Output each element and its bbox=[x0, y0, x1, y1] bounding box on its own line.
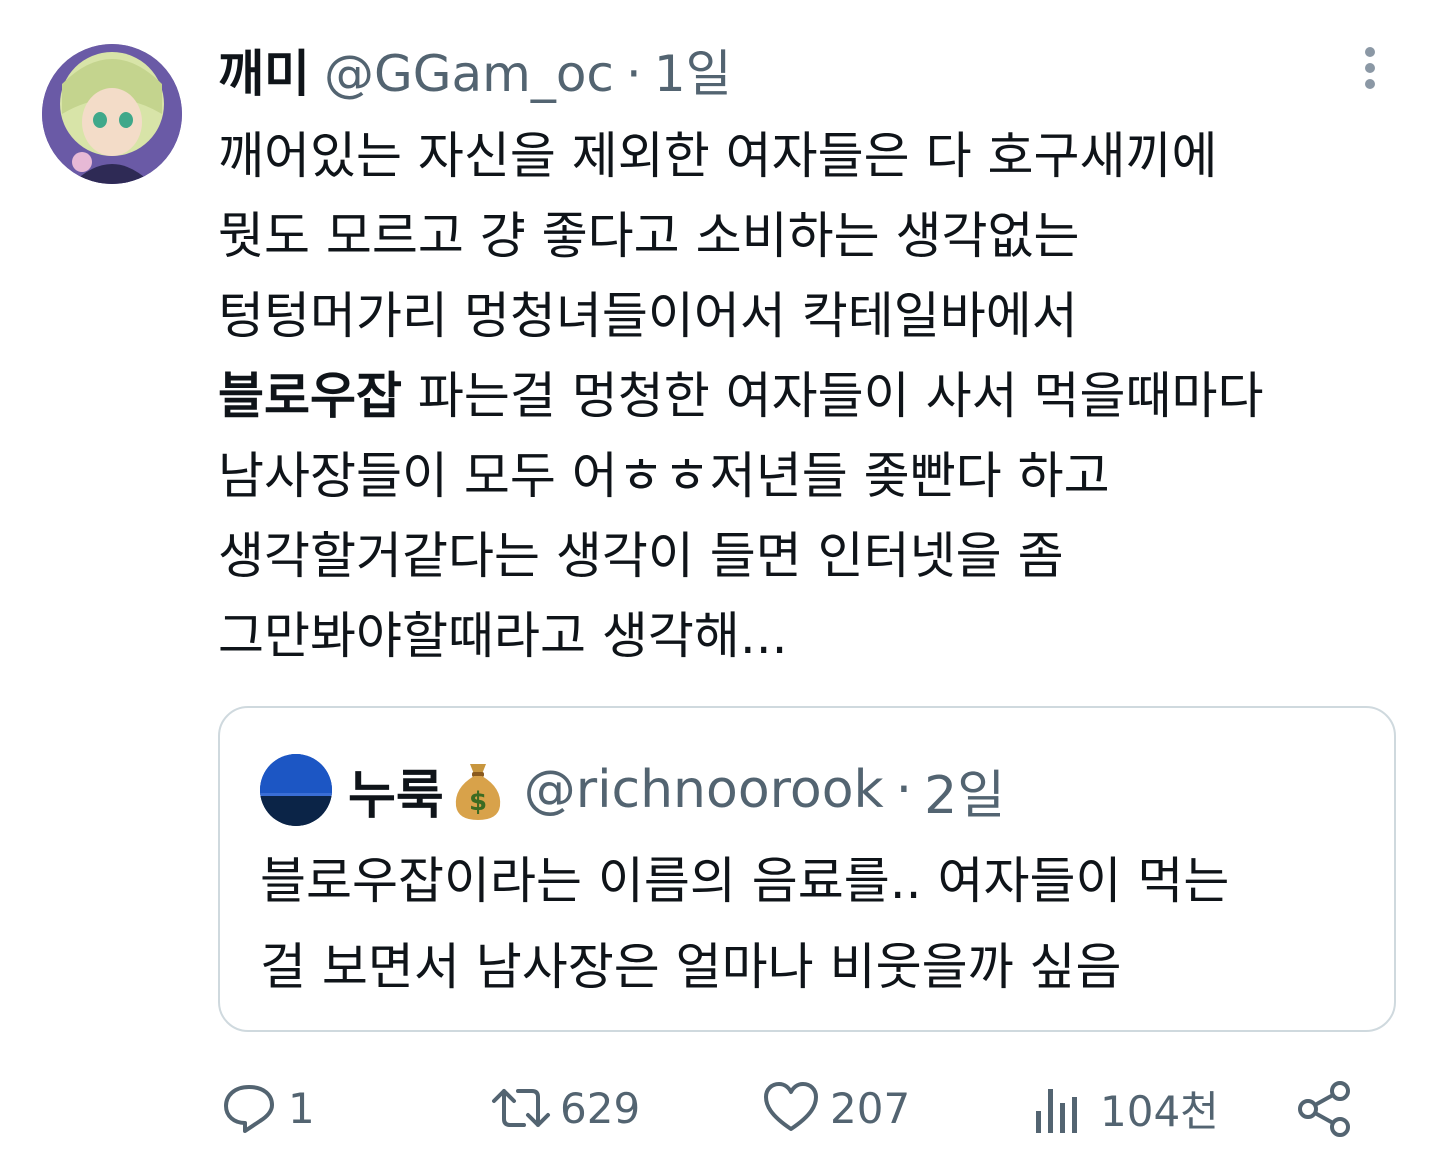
retweet-icon bbox=[492, 1089, 550, 1127]
quoted-tweet-header: 누룩 $ @richnoorook · 2일 bbox=[348, 748, 1005, 832]
heart-icon bbox=[764, 1082, 818, 1131]
tweet-text-line: 그만봐야할때라고 생각해... bbox=[218, 607, 788, 665]
separator-dot: · bbox=[625, 45, 642, 103]
views-button[interactable]: 104천 bbox=[1030, 1068, 1219, 1148]
like-button[interactable]: 207 bbox=[760, 1068, 910, 1148]
like-count: 207 bbox=[830, 1083, 911, 1133]
analytics-icon bbox=[1036, 1089, 1077, 1133]
tweet-timestamp[interactable]: 1일 bbox=[654, 36, 732, 112]
bold-term: 블로우잡 bbox=[218, 367, 402, 425]
money-bag-icon: $ bbox=[455, 764, 500, 820]
quoted-author-name[interactable]: 누룩 $ bbox=[348, 753, 508, 828]
more-options-button[interactable] bbox=[1346, 42, 1394, 94]
author-handle[interactable]: @GGam_oc bbox=[324, 36, 614, 112]
author-display-name[interactable]: 깨미 bbox=[218, 36, 310, 112]
quoted-author-handle[interactable]: @richnoorook bbox=[524, 760, 884, 820]
share-icon bbox=[1298, 1081, 1350, 1137]
tweet-text-line: 생각할거같다는 생각이 들면 인터넷을 좀 bbox=[218, 527, 1064, 585]
quoted-text-line: 걸 보면서 남사장은 얼마나 비웃을까 싶음 bbox=[260, 938, 1122, 996]
reply-icon bbox=[224, 1085, 274, 1133]
quoted-author-avatar[interactable] bbox=[260, 754, 332, 826]
tweet-text-line: 블로우잡 파는걸 멍청한 여자들이 사서 먹을때마다 bbox=[218, 367, 1264, 425]
retweet-count: 629 bbox=[560, 1083, 641, 1133]
quoted-tweet-text: 블로우잡이라는 이름의 음료를.. 여자들이 먹는 걸 보면서 남사장은 얼마나… bbox=[260, 838, 1360, 1010]
tweet-action-bar: 1 629 207 104천 bbox=[218, 1068, 1358, 1148]
tweet-text-line: 깨어있는 자신을 제외한 여자들은 다 호구새끼에 bbox=[218, 127, 1218, 185]
tweet-text-line: 남사장들이 모두 어ㅎㅎ저년들 좆빤다 하고 bbox=[218, 447, 1110, 505]
reply-button[interactable]: 1 bbox=[218, 1068, 315, 1148]
retweet-button[interactable]: 629 bbox=[490, 1068, 640, 1148]
author-avatar[interactable] bbox=[42, 44, 182, 184]
share-button[interactable] bbox=[1294, 1068, 1356, 1148]
tweet-text-line: 뭣도 모르고 걍 좋다고 소비하는 생각없는 bbox=[218, 207, 1080, 265]
quoted-tweet-timestamp[interactable]: 2일 bbox=[924, 753, 1005, 828]
more-vertical-icon bbox=[1365, 47, 1375, 89]
tweet-header: 깨미 @GGam_oc · 1일 bbox=[218, 36, 732, 112]
separator-dot: · bbox=[895, 760, 913, 820]
svg-text:$: $ bbox=[469, 787, 487, 817]
quoted-author-display-name: 누룩 bbox=[348, 765, 444, 826]
quoted-text-line: 블로우잡이라는 이름의 음료를.. 여자들이 먹는 bbox=[260, 852, 1230, 910]
reply-count: 1 bbox=[288, 1083, 315, 1133]
views-count: 104천 bbox=[1100, 1086, 1219, 1136]
tweet-text-line: 텅텅머가리 멍청녀들이어서 칵테일바에서 bbox=[218, 287, 1078, 345]
ocean-avatar-image bbox=[260, 754, 332, 826]
quoted-tweet-card[interactable]: 누룩 $ @richnoorook · 2일 블로우잡이라는 이름의 음료를..… bbox=[218, 706, 1396, 1032]
tweet-text: 깨어있는 자신을 제외한 여자들은 다 호구새끼에 뭣도 모르고 걍 좋다고 소… bbox=[218, 116, 1408, 676]
avatar-image bbox=[42, 44, 182, 184]
